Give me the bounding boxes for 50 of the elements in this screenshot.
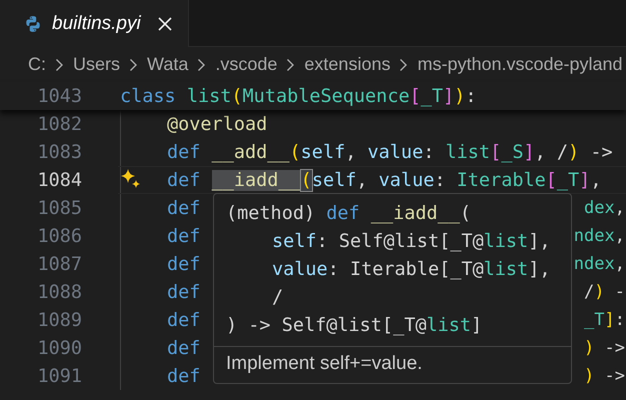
line-number: 1082 <box>36 114 82 134</box>
breadcrumb-item[interactable]: ms-python.vscode-pyland <box>417 54 623 75</box>
signature-line: value: Iterable[_T@list], <box>271 258 550 282</box>
line-number: 1085 <box>36 198 82 218</box>
code-line: @overload <box>166 114 268 134</box>
breadcrumb-item[interactable]: Wata <box>147 54 188 75</box>
line-number: 1086 <box>36 226 82 246</box>
signature-line: / <box>271 286 284 310</box>
code-line: def <box>166 254 200 274</box>
signature-line: (method) def __iadd__( <box>226 202 472 226</box>
code-line: def __add__(self, value: list[_S], /) -> <box>166 142 613 162</box>
breadcrumb-item[interactable]: Users <box>73 54 120 75</box>
code-line: class list(MutableSequence[_T]): <box>120 86 476 106</box>
chevron-icon <box>55 58 64 72</box>
editor-tab[interactable]: builtins.pyi <box>0 0 189 47</box>
documentation-text: Implement self+=value. <box>214 346 571 383</box>
chevron-icon <box>197 58 206 72</box>
sparkle-icon[interactable] <box>120 168 142 190</box>
code-fragment: ) -> <box>584 338 626 358</box>
breadcrumb-item[interactable]: C: <box>28 54 46 75</box>
line-number: 1083 <box>36 142 82 162</box>
chevron-icon <box>286 58 296 72</box>
line-number: 1089 <box>36 310 82 330</box>
signature-line: ) -> Self@list[_T@list] <box>226 314 482 338</box>
breadcrumb-item[interactable]: extensions <box>304 54 390 75</box>
code-fragment: ) -> <box>584 366 626 386</box>
code-fragment: dex, <box>584 198 626 218</box>
code-fragment: ndex, <box>574 226 626 246</box>
code-fragment: ndex, <box>574 254 626 274</box>
code-line: def <box>166 198 200 218</box>
signature-line: self: Self@list[_T@list], <box>271 230 550 254</box>
breadcrumb-item[interactable]: .vscode <box>215 54 278 75</box>
line-number: 1088 <box>36 282 82 302</box>
tab-title: builtins.pyi <box>52 12 142 34</box>
code-line: def <box>166 338 200 358</box>
chevron-icon <box>399 58 408 72</box>
code-line: def <box>166 226 200 246</box>
close-icon[interactable] <box>158 16 172 30</box>
python-file-icon <box>24 14 42 32</box>
code-line: def <box>166 366 200 386</box>
line-number: 1084 <box>36 170 82 190</box>
code-fragment: _T]: <box>584 310 626 330</box>
code-line: def <box>166 310 200 330</box>
code-fragment: /) - <box>584 282 626 302</box>
line-number: 1090 <box>36 338 82 358</box>
line-number: 1091 <box>36 366 82 386</box>
code-line: def <box>166 282 200 302</box>
chevron-icon <box>129 58 138 72</box>
line-number: 1043 <box>36 86 82 106</box>
line-number: 1087 <box>36 254 82 274</box>
